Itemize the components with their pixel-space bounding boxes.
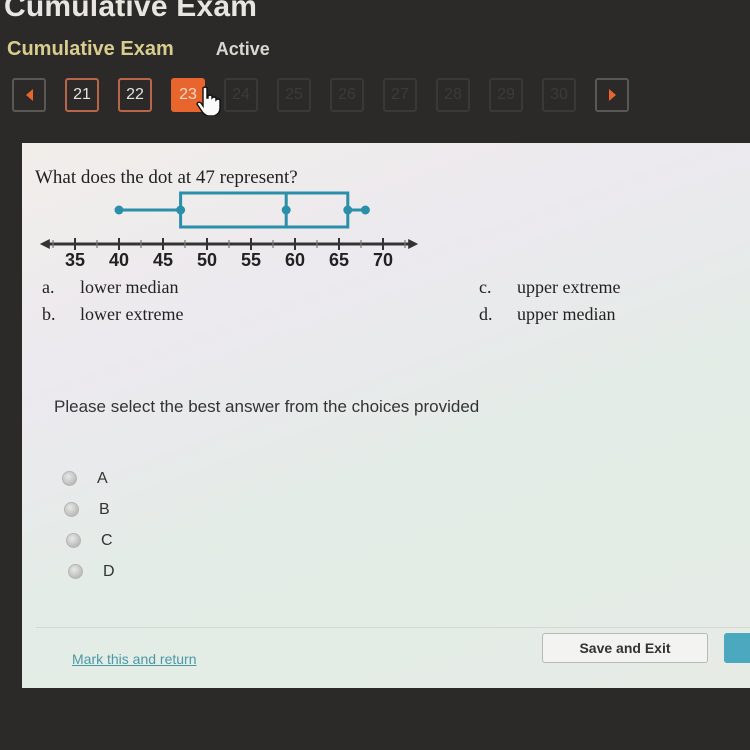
median-dot — [281, 205, 291, 215]
save-and-exit-button[interactable]: Save and Exit — [542, 633, 708, 663]
option-label[interactable]: C — [101, 532, 113, 550]
axis-arrow-left — [39, 239, 50, 249]
choice-c: c. upper extreme — [479, 277, 620, 298]
option-a[interactable]: A — [62, 463, 115, 494]
next-question-button[interactable] — [595, 78, 629, 112]
window-title: Cumulative Exam — [4, 0, 258, 23]
choice-d: d. upper median — [479, 304, 615, 325]
q3-dot — [343, 205, 353, 215]
choice-text: upper extreme — [517, 277, 621, 297]
choice-letter: d. — [479, 304, 493, 324]
choice-text: upper median — [517, 304, 616, 324]
triangle-left-icon — [25, 89, 33, 101]
choice-text: lower extreme — [80, 304, 184, 324]
tick-label: 70 — [373, 250, 393, 270]
page-22-button[interactable]: 22 — [118, 78, 152, 112]
tick-label: 60 — [285, 250, 305, 270]
radio-c[interactable] — [66, 533, 81, 548]
option-label[interactable]: B — [99, 501, 110, 519]
footer-divider — [36, 627, 750, 628]
exam-header: Cumulative Exam Active — [7, 38, 270, 61]
axis-arrow-right — [408, 239, 419, 249]
radio-a[interactable] — [62, 471, 77, 486]
option-label[interactable]: D — [103, 563, 115, 581]
hand-cursor-icon — [196, 86, 221, 116]
tick-label: 55 — [241, 250, 261, 270]
triangle-right-icon — [608, 89, 616, 101]
option-d[interactable]: D — [68, 556, 115, 587]
page-30-button[interactable]: 30 — [542, 78, 576, 112]
radio-d[interactable] — [68, 564, 83, 579]
choice-b: b. lower extreme — [42, 304, 183, 325]
option-b[interactable]: B — [64, 494, 115, 525]
choice-letter: c. — [479, 277, 492, 297]
radio-b[interactable] — [64, 502, 79, 517]
choice-text: lower median — [80, 277, 179, 297]
tick-label: 65 — [329, 250, 349, 270]
question-pager: 21 22 23 24 25 26 27 28 29 30 — [12, 78, 648, 112]
page-28-button[interactable]: 28 — [436, 78, 470, 112]
choice-letter: a. — [42, 277, 55, 297]
choice-letter: b. — [42, 304, 56, 324]
max-dot — [360, 205, 370, 215]
q1-dot — [176, 205, 186, 215]
choice-a: a. lower median — [42, 277, 178, 298]
mark-and-return-link[interactable]: Mark this and return — [72, 651, 197, 667]
tick-label: 35 — [65, 250, 85, 270]
exam-status: Active — [215, 39, 270, 59]
box-plot: 35 40 45 50 55 60 65 70 — [39, 191, 419, 270]
tick-label: 40 — [109, 250, 129, 270]
page-24-button[interactable]: 24 — [224, 78, 258, 112]
prev-question-button[interactable] — [12, 78, 46, 112]
tick-label: 45 — [153, 250, 173, 270]
min-dot — [114, 205, 124, 215]
iqr-box — [179, 191, 350, 229]
tick-label: 50 — [197, 250, 217, 270]
page-29-button[interactable]: 29 — [489, 78, 523, 112]
option-c[interactable]: C — [66, 525, 115, 556]
question-card: What does the dot at 47 represent? 35 40 4… — [22, 143, 750, 688]
option-label[interactable]: A — [97, 470, 108, 488]
instruction-text: Please select the best answer from the c… — [54, 397, 480, 416]
next-button[interactable] — [724, 633, 750, 663]
exam-name: Cumulative Exam — [7, 38, 174, 60]
page-21-button[interactable]: 21 — [65, 78, 99, 112]
page-25-button[interactable]: 25 — [277, 78, 311, 112]
page-27-button[interactable]: 27 — [383, 78, 417, 112]
page-26-button[interactable]: 26 — [330, 78, 364, 112]
answer-options: A B C D — [62, 463, 115, 587]
